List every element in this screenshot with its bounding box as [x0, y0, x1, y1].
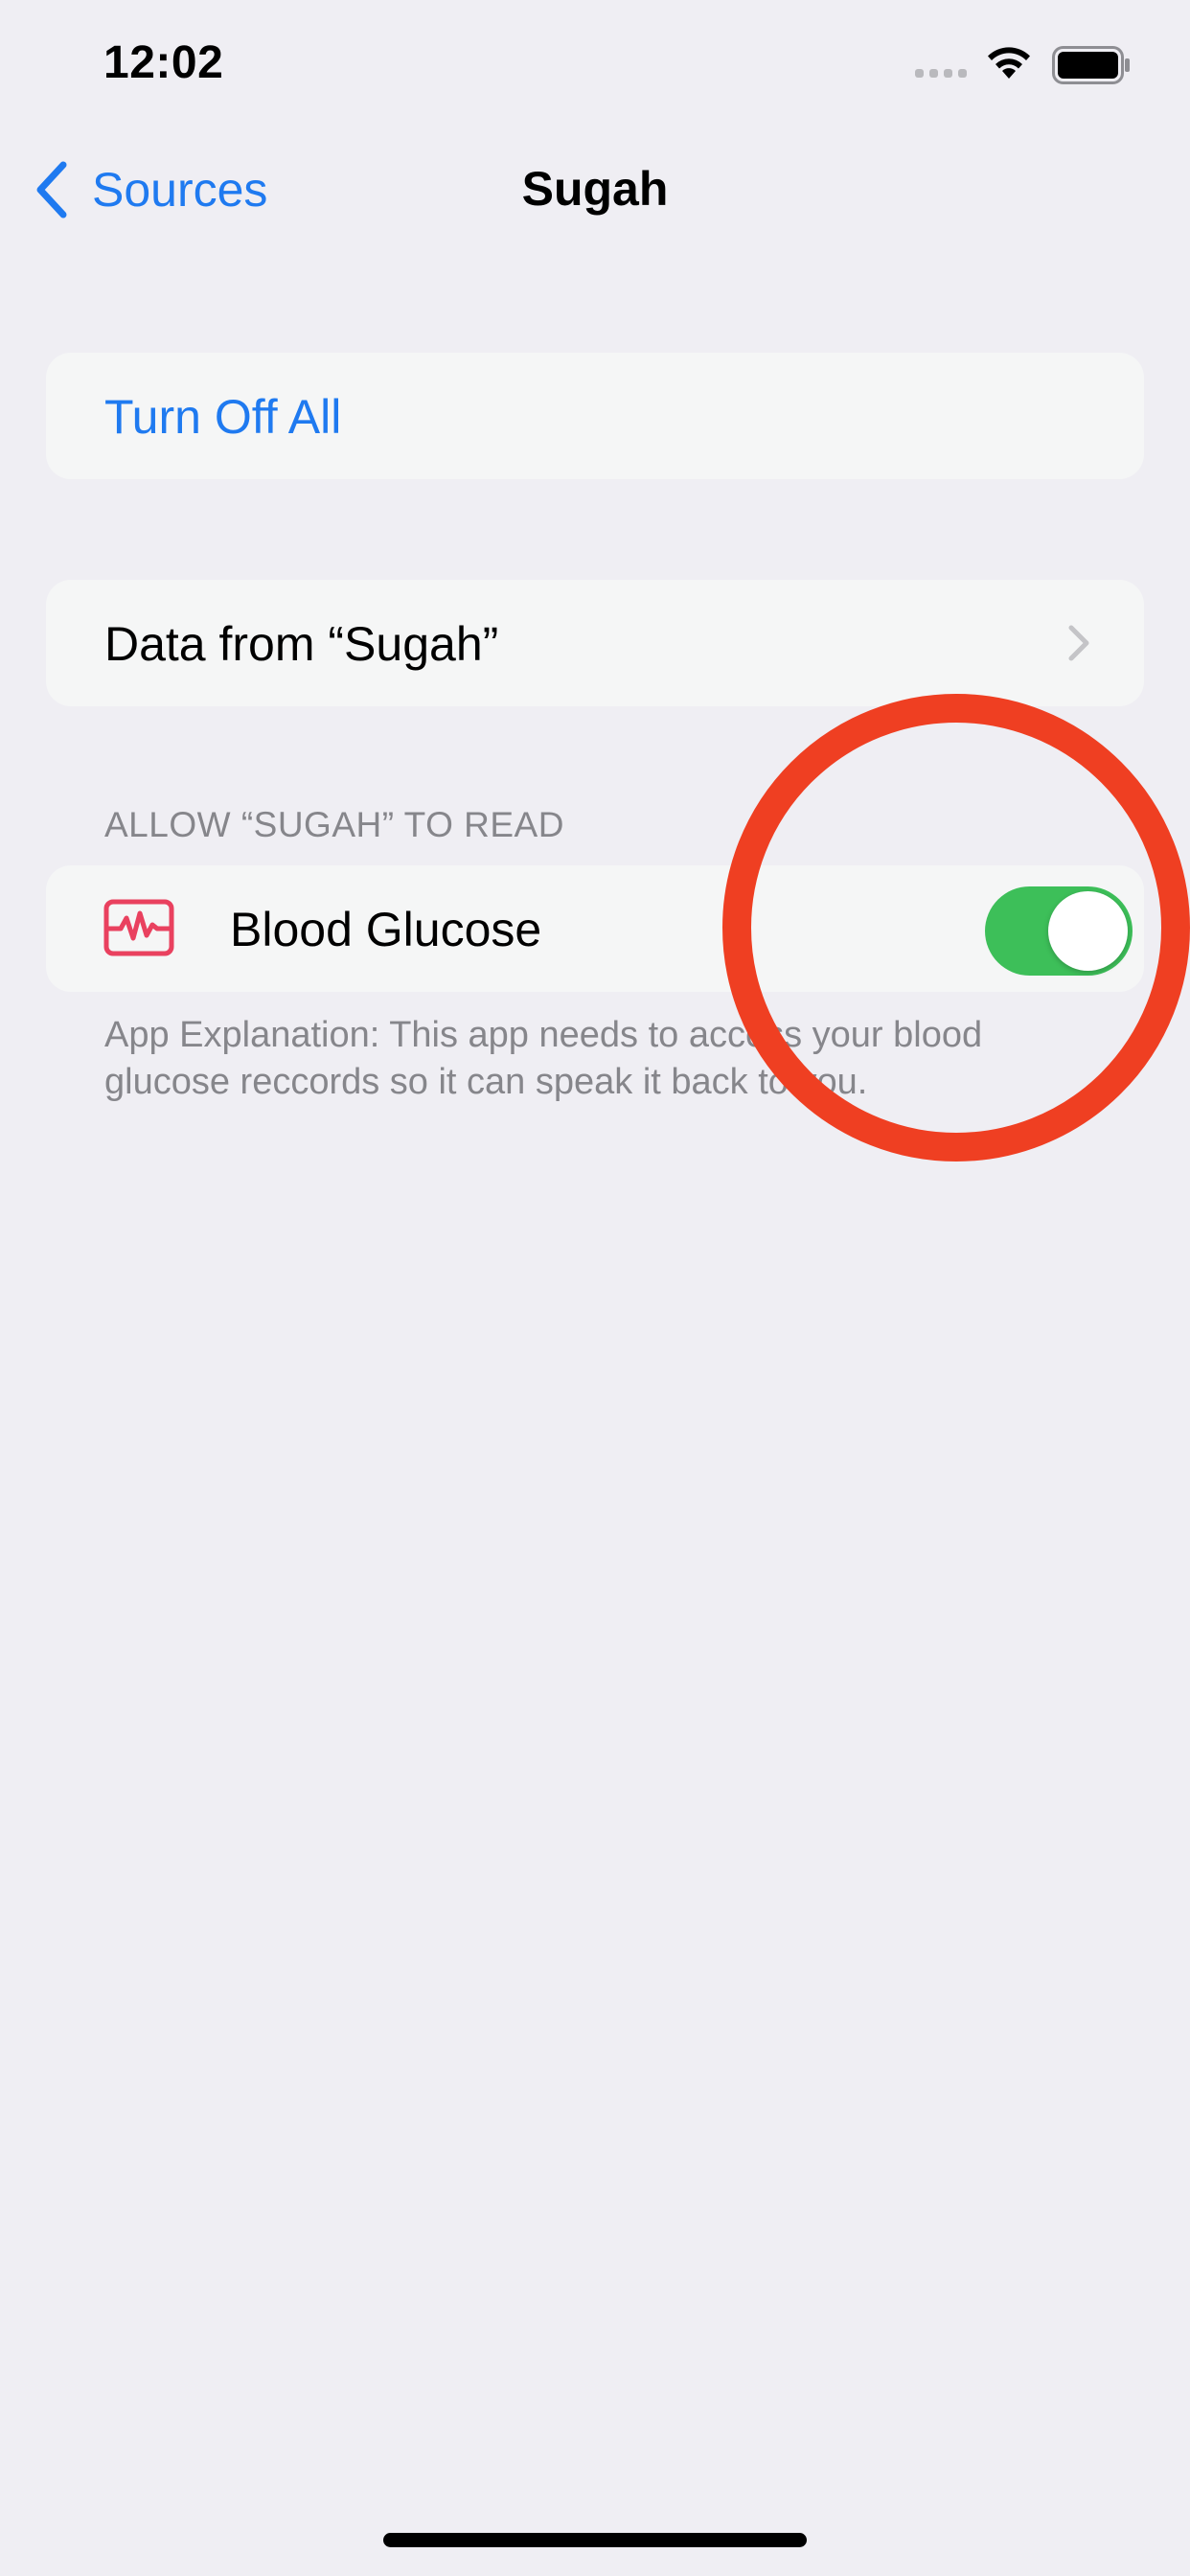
- navigation-bar: Sources Sugah: [0, 144, 1190, 240]
- data-from-app-label: Data from “Sugah”: [104, 617, 499, 671]
- list-item-blood-glucose: Blood Glucose: [46, 865, 1144, 992]
- app-explanation-text: App Explanation: This app needs to acces…: [104, 1015, 983, 1102]
- home-indicator[interactable]: [383, 2533, 807, 2547]
- chevron-right-icon: [1068, 625, 1089, 661]
- cellular-signal-icon: [915, 69, 967, 78]
- status-bar: 12:02: [0, 0, 1190, 134]
- toggle-knob: [1048, 891, 1128, 971]
- status-time: 12:02: [103, 37, 224, 88]
- battery-icon: [1052, 46, 1130, 84]
- turn-off-all-label: Turn Off All: [104, 390, 342, 444]
- page-title: Sugah: [521, 162, 669, 216]
- data-from-app-row[interactable]: Data from “Sugah”: [46, 580, 1144, 706]
- blood-glucose-icon: [103, 899, 174, 956]
- blood-glucose-label: Blood Glucose: [230, 903, 542, 956]
- turn-off-all-button[interactable]: Turn Off All: [46, 353, 1144, 479]
- section-header-read: ALLOW “SUGAH” TO READ: [104, 805, 564, 844]
- wifi-icon: [988, 47, 1030, 79]
- blood-glucose-toggle[interactable]: [985, 886, 1133, 976]
